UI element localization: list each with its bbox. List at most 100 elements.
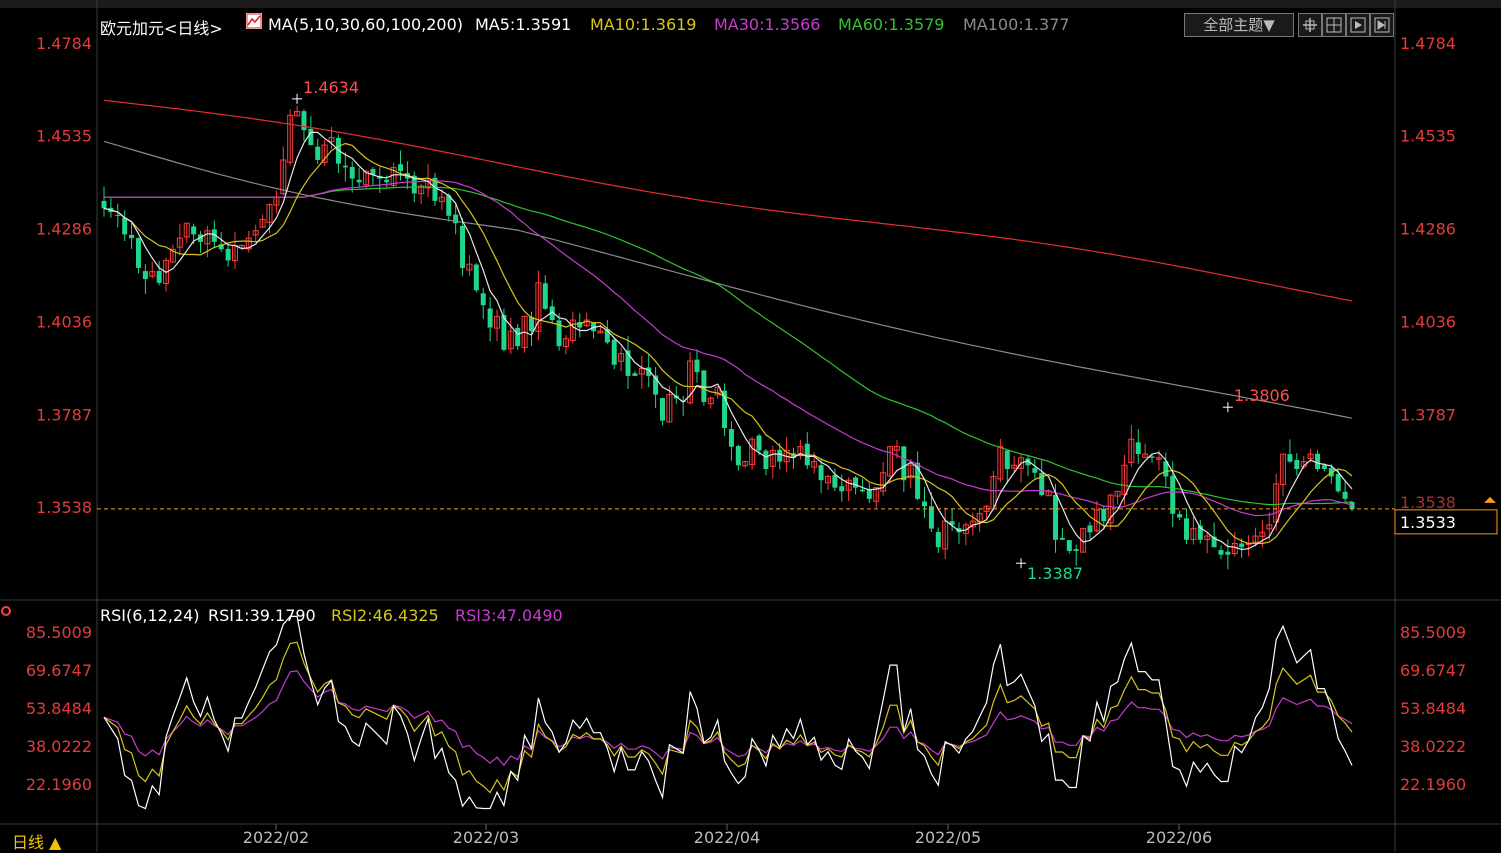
candle-body <box>804 443 810 466</box>
y-tick-right: 1.4286 <box>1400 219 1456 238</box>
x-tick-label: 2022/05 <box>915 828 981 847</box>
play-icon[interactable] <box>1346 13 1370 37</box>
forex-chart[interactable]: 1.4784 1.4784 1.4535 1.4535 1.4286 1.4286 1.40… <box>0 0 1501 852</box>
rsi-pane-marker <box>1 606 11 616</box>
rsi-y-tick-left: 38.0222 <box>26 737 92 756</box>
candle-body <box>1294 460 1300 470</box>
next-icon[interactable] <box>1370 13 1394 37</box>
ma60-value: MA60:1.3579 <box>838 15 945 34</box>
ma100-value: MA100:1.377 <box>963 15 1070 34</box>
candle-body <box>1349 501 1355 509</box>
rsi-y-tick-left: 69.6747 <box>26 661 92 680</box>
candle-body <box>1321 465 1327 470</box>
candle-body <box>515 327 521 347</box>
y-tick-right: 1.4784 <box>1400 34 1456 53</box>
candle-body <box>480 293 486 306</box>
annotation-label: 1.3806 <box>1234 386 1290 405</box>
candle-body <box>694 359 700 373</box>
candle-body <box>542 283 548 309</box>
candle-body <box>122 217 128 235</box>
candle-body <box>853 477 859 488</box>
candle-body <box>315 146 321 160</box>
candle-body <box>728 429 734 447</box>
x-tick-label: 2022/04 <box>694 828 760 847</box>
rsi3-value: RSI3:47.0490 <box>455 606 563 625</box>
theme-dropdown[interactable]: 全部主题▼ <box>1184 13 1294 37</box>
candle-body <box>1335 474 1341 492</box>
y-tick-right: 1.4036 <box>1400 313 1456 332</box>
ma10-line <box>103 142 1353 545</box>
candle-body <box>1066 540 1072 551</box>
candle-body <box>342 165 348 168</box>
rsi1-line <box>103 615 1353 810</box>
rsi-y-tick-right: 38.0222 <box>1400 737 1466 756</box>
y-tick-left: 1.4286 <box>36 219 92 238</box>
candle-body <box>384 179 390 183</box>
candle-body <box>777 449 783 462</box>
ma5-value: MA5:1.3591 <box>475 15 572 34</box>
candle-body <box>156 270 162 283</box>
y-tick-left: 1.3787 <box>36 405 92 424</box>
candle-body <box>763 450 769 470</box>
candle-body <box>1315 453 1321 470</box>
candle-body <box>487 308 493 328</box>
rsi-y-tick-left: 53.8484 <box>26 699 92 718</box>
rsi-y-tick-left: 85.5009 <box>26 623 92 642</box>
candle-body <box>1342 491 1348 499</box>
symbol-title[interactable]: 欧元加元<日线> <box>100 15 223 39</box>
candle-body <box>1053 495 1059 540</box>
rsi1-value: RSI1:39.1790 <box>208 606 316 625</box>
candle-body <box>1239 543 1245 548</box>
candle-body <box>1170 475 1176 514</box>
annotation-label: 1.3387 <box>1027 564 1083 583</box>
candle-body <box>1087 525 1093 533</box>
candle-body <box>460 225 466 268</box>
indicator-icon[interactable] <box>246 13 262 29</box>
candle-body <box>756 435 762 451</box>
candle-body <box>818 465 824 481</box>
annotation-label: 1.4634 <box>303 78 359 97</box>
candle-body <box>1073 549 1079 551</box>
candle-body <box>611 339 617 365</box>
candle-body <box>935 531 941 548</box>
candle-body <box>101 200 107 209</box>
candle-body <box>129 234 135 239</box>
rsi-y-tick-right: 69.6747 <box>1400 661 1466 680</box>
candle-body <box>1032 468 1038 473</box>
candle-body <box>135 238 141 268</box>
candle-body <box>659 398 665 421</box>
candle-body <box>225 248 231 261</box>
ma-label: MA(5,10,30,60,100,200) <box>268 15 463 34</box>
ma60-line <box>104 186 1353 506</box>
candle-body <box>308 128 314 146</box>
candle-body <box>142 271 148 280</box>
candle-body <box>191 226 197 235</box>
rsi2-value: RSI2:46.4325 <box>331 606 439 625</box>
candle-body <box>1135 442 1141 455</box>
rsi-label: RSI(6,12,24) <box>100 606 200 625</box>
candle-body <box>922 501 928 507</box>
x-tick-label: 2022/02 <box>243 828 309 847</box>
current-price-label: 1.3533 <box>1400 513 1456 532</box>
y-tick-right: 1.3538 <box>1400 493 1456 512</box>
ma200-line <box>103 99 1353 302</box>
candle-body <box>1101 508 1107 522</box>
rsi-y-tick-right: 53.8484 <box>1400 699 1466 718</box>
candle-body <box>928 506 934 529</box>
rsi-y-tick-left: 22.1960 <box>26 775 92 794</box>
grid-icon[interactable] <box>1322 13 1346 37</box>
period-selector[interactable]: 日线 ▲ <box>12 829 61 853</box>
candle-body <box>1177 514 1183 518</box>
candle-body <box>832 474 838 488</box>
y-tick-left: 1.4784 <box>36 34 92 53</box>
candle-body <box>356 179 362 183</box>
candle-body <box>1149 456 1155 458</box>
price-arrow-icon <box>1484 496 1496 503</box>
x-tick-label: 2022/06 <box>1146 828 1212 847</box>
candle-body <box>1225 551 1231 555</box>
candle-body <box>473 264 479 291</box>
crosshair-icon[interactable] <box>1298 13 1322 37</box>
x-tick-label: 2022/03 <box>453 828 519 847</box>
candle-body <box>1059 537 1065 540</box>
candle-body <box>1287 454 1293 462</box>
